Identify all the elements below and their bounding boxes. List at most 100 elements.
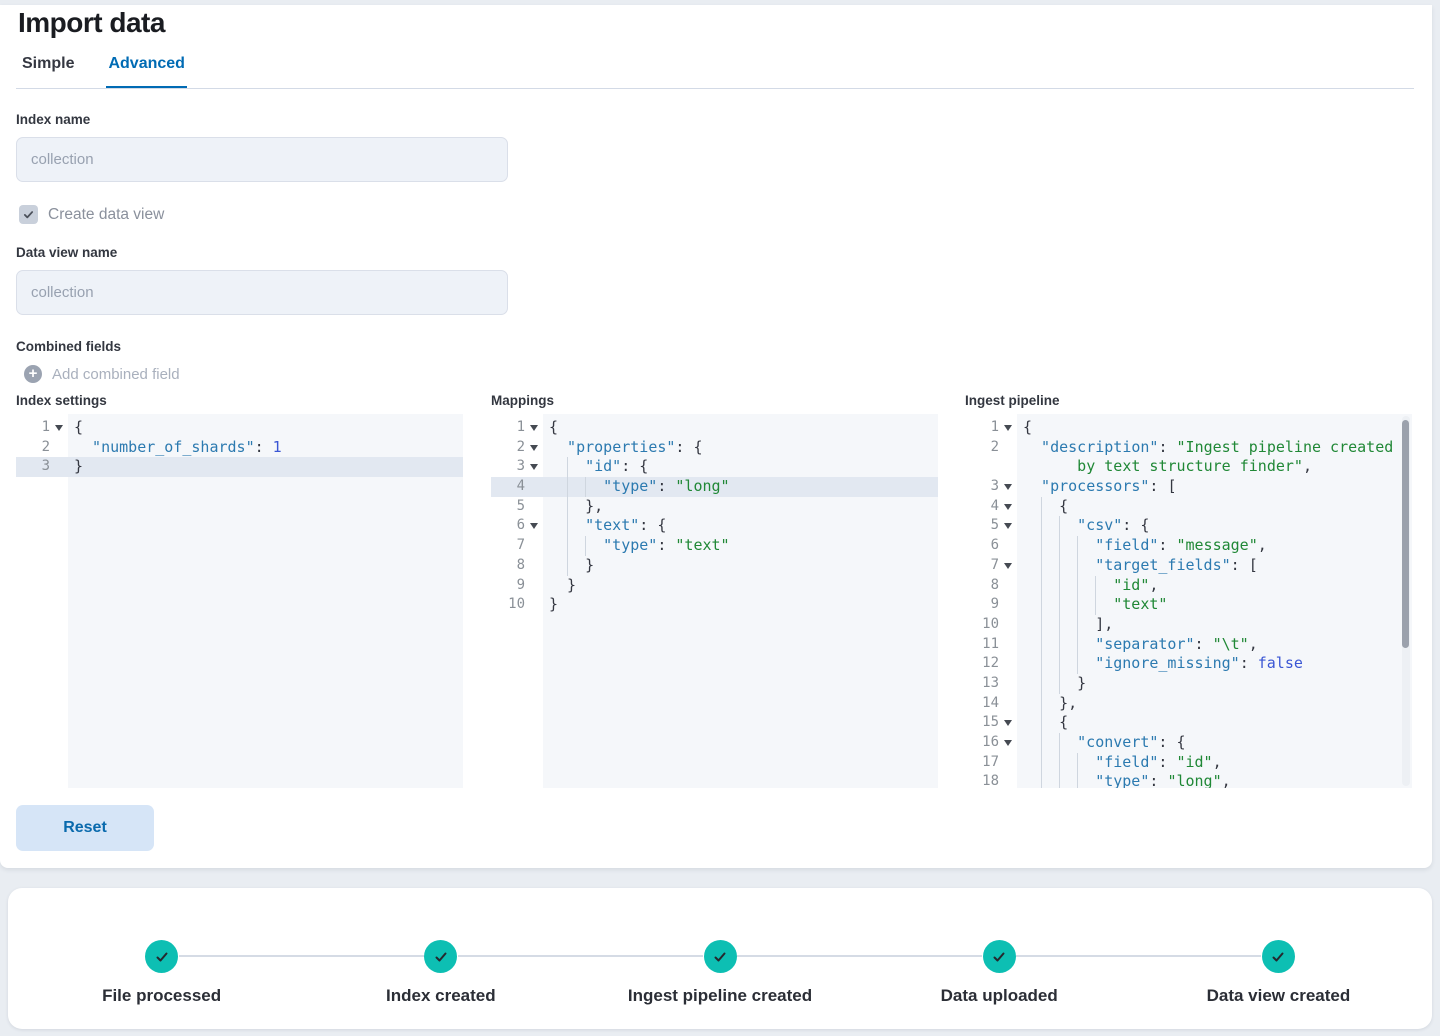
indent-guide [1059,733,1077,753]
line-number: 3 [41,458,50,475]
fold-arrow-icon[interactable] [1004,523,1012,530]
indent-guide [1041,536,1059,556]
fold-arrow-icon[interactable] [1004,424,1012,431]
code-line: 3 "processors": [ [965,477,1412,497]
line-number: 11 [982,635,999,652]
indent-guide [1059,556,1077,576]
line-number: 8 [990,576,999,593]
line-number: 8 [516,556,525,573]
line-number: 12 [982,655,999,672]
indent-guide [567,536,585,556]
progress-stepper-panel: File processed Index created Ingest pipeli… [8,888,1432,1029]
line-number: 18 [982,773,999,788]
indent-guide [1059,635,1077,655]
line-number: 5 [990,517,999,534]
line-number: 10 [508,596,525,613]
line-number: 10 [982,615,999,632]
tab-simple[interactable]: Simple [20,51,76,89]
mappings-editor[interactable]: 1{2 "properties": {3 "id": {4 "type": "long… [491,414,938,788]
index-name-label: Index name [16,112,91,127]
fold-arrow-icon[interactable] [55,424,63,431]
code-line: 3 "id": { [491,457,938,477]
index-settings-editor[interactable]: 1{2 "number_of_shards": 1 3} [16,414,463,788]
line-number: 6 [516,517,525,534]
step-label: Index created [386,986,496,1005]
indent-guide [1041,753,1059,773]
line-number: 2 [990,438,999,455]
add-combined-field-button: + Add combined field [24,365,180,383]
add-combined-field-label: Add combined field [52,365,180,383]
line-number [965,457,999,477]
indent-guide [1041,516,1059,536]
mappings-editor-block: Mappings 1{2 "properties": {3 "id": {4 "typ… [491,393,938,788]
reset-button[interactable]: Reset [16,805,154,851]
fold-arrow-icon[interactable] [1004,503,1012,510]
mappings-label: Mappings [491,393,554,408]
step-label: Ingest pipeline created [627,986,813,1005]
fold-arrow-icon[interactable] [530,424,538,431]
indent-guide [1059,615,1077,635]
fold-arrow-icon[interactable] [1004,720,1012,727]
create-data-view-checkbox [19,205,38,224]
step-complete-indicator [982,940,1016,973]
indent-guide [1059,576,1077,596]
indent-guide [1059,595,1077,615]
step-label: Data uploaded [940,986,1058,1005]
indent-guide [1077,772,1095,788]
fold-arrow-icon[interactable] [530,464,538,471]
line-number: 1 [41,419,50,435]
indent-guide [1041,635,1059,655]
code-line: 14}, [965,694,1412,714]
indent-guide [1059,654,1077,674]
indent-guide [1059,674,1077,694]
code-line: 5}, [491,497,938,517]
line-number: 4 [990,497,999,514]
check-icon [993,952,1005,961]
line-number: 9 [990,596,999,613]
page-title: Import data [18,7,165,38]
fold-arrow-icon[interactable] [1004,483,1012,490]
fold-arrow-icon[interactable] [1004,562,1012,569]
indent-guide [1077,556,1095,576]
code-line: 2 "number_of_shards": 1 [16,438,463,458]
code-line: 3} [16,457,463,478]
fold-arrow-icon[interactable] [530,523,538,530]
ingest-pipeline-editor[interactable]: 1{2 "description": "Ingest pipeline creat… [965,414,1412,788]
fold-arrow-icon[interactable] [1004,739,1012,746]
code-line: 1{ [965,418,1412,438]
code-line: 4{ [965,497,1412,517]
indent-guide [1077,595,1095,615]
check-icon [435,952,447,961]
data-view-name-label: Data view name [16,245,118,260]
line-number: 16 [982,734,999,750]
import-data-panel: Import data Simple Advanced Index name C… [0,5,1432,868]
line-number: 13 [982,674,999,691]
indent-guide [1077,615,1095,635]
scrollbar-thumb[interactable] [1402,420,1409,648]
create-data-view-row: Create data view [19,205,164,224]
code-line: 8 "id", [965,576,1412,596]
code-line: 10} [491,595,938,615]
indent-guide [1077,576,1095,596]
check-icon [156,952,168,961]
line-number: 4 [516,478,525,495]
index-settings-editor-block: Index settings 1{2 "number_of_shards": 13… [16,393,463,788]
step-label: File processed [102,986,222,1005]
line-number: 2 [41,438,50,455]
line-number: 15 [982,714,999,731]
line-number: 14 [982,694,999,711]
indent-guide [1095,595,1113,615]
data-view-name-input[interactable] [16,270,508,315]
indent-guide [567,556,585,576]
tab-advanced[interactable]: Advanced [106,51,187,89]
code-line: 9} [491,576,938,596]
index-name-input[interactable] [16,137,508,182]
code-line: 7 "target_fields": [ [965,556,1412,576]
line-number: 1 [516,419,525,435]
check-icon [714,952,726,961]
fold-arrow-icon[interactable] [530,444,538,451]
code-line: 1{ [491,418,938,438]
indent-guide [567,477,585,497]
code-line: 15{ [965,713,1412,733]
code-line: 10], [965,615,1412,635]
